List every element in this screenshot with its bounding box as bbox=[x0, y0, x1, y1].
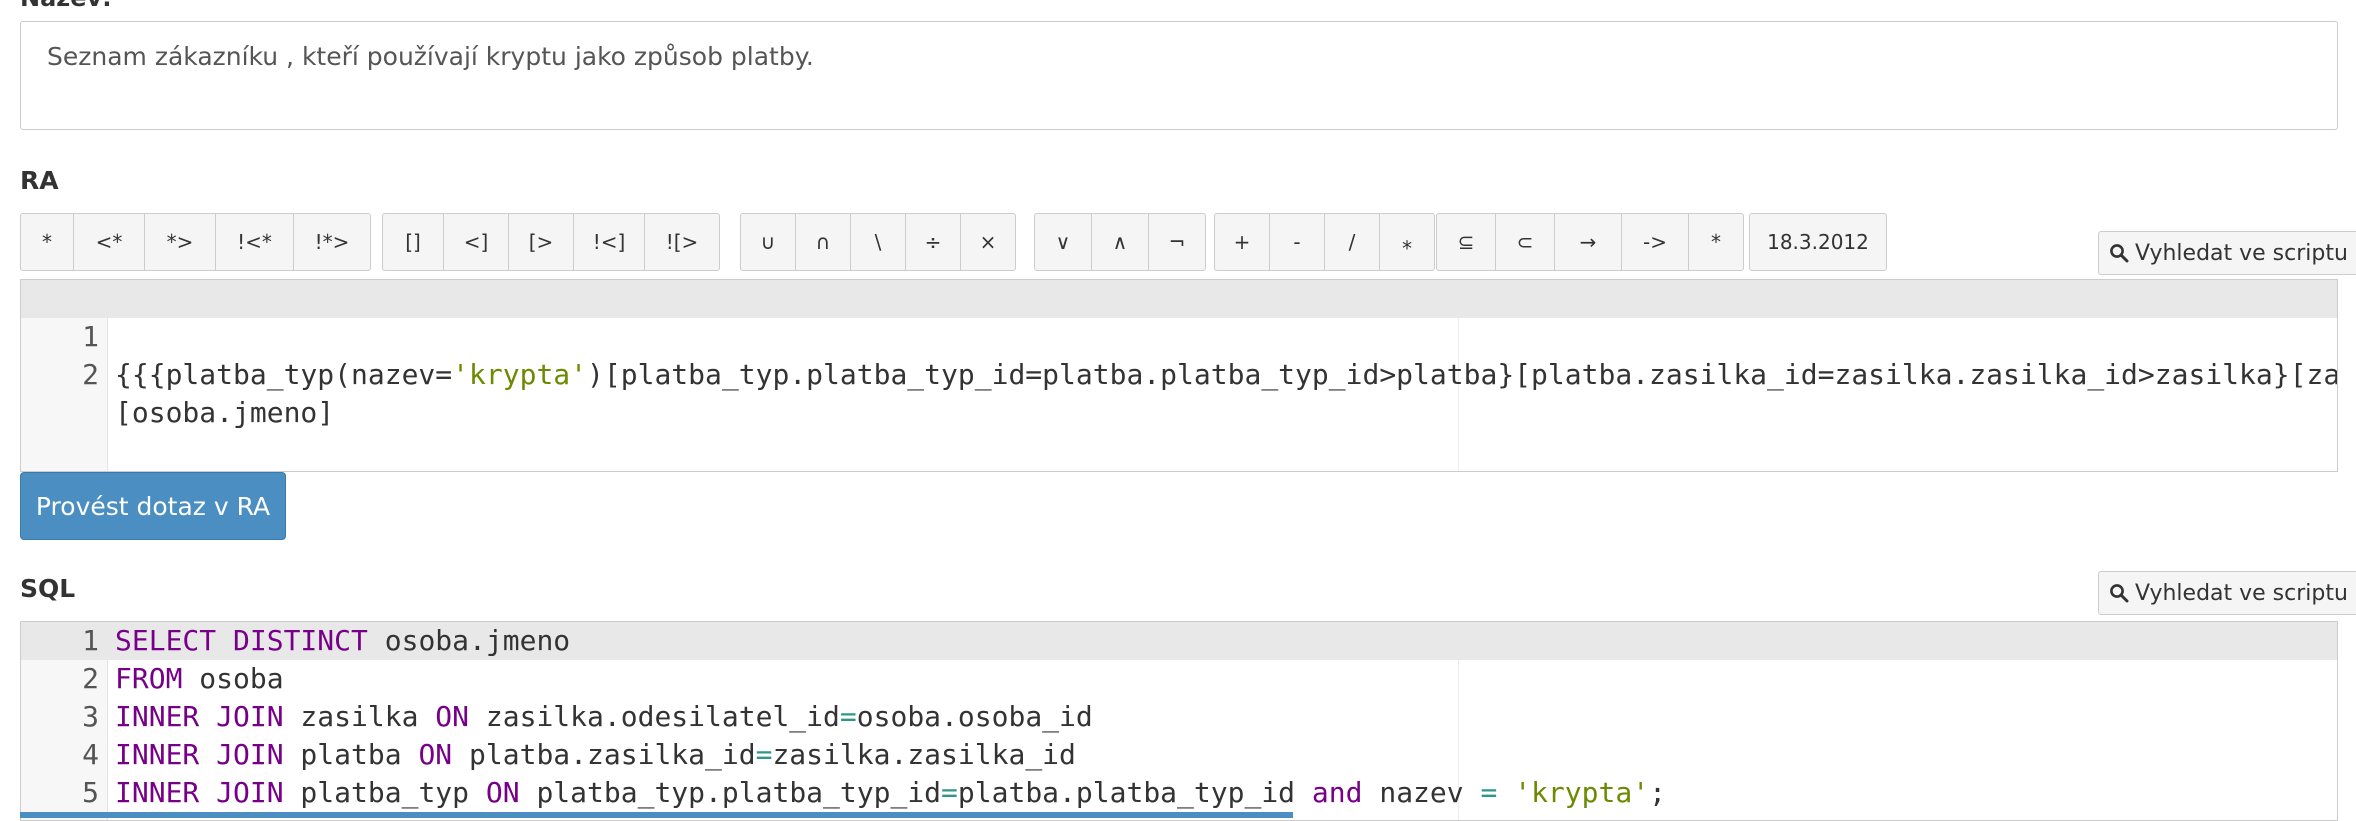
line-number: 2 bbox=[82, 358, 99, 391]
line-number: 2 bbox=[82, 662, 99, 695]
sql-line-2: 2 FROM osoba bbox=[21, 660, 2337, 698]
sql-search-script-button[interactable]: Vyhledat ve scriptu bbox=[2098, 571, 2356, 615]
sql-line-code: INNER JOIN platba_typ ON platba_typ.plat… bbox=[115, 776, 1666, 809]
symbol-button-difference[interactable]: \ bbox=[850, 213, 906, 271]
ra-search-script-button[interactable]: Vyhledat ve scriptu bbox=[2098, 231, 2356, 275]
ra-line-code: {{{platba_typ(nazev='krypta')[platba_typ… bbox=[115, 358, 2337, 391]
ra-line-2: 2 [osoba.jmeno] bbox=[21, 318, 2337, 429]
symbol-button-arrow[interactable]: → bbox=[1554, 213, 1622, 271]
symbol-button-or[interactable]: ∨ bbox=[1034, 213, 1092, 271]
ra-line-code: [osoba.jmeno] bbox=[115, 396, 335, 429]
toolbar-group-brackets: [] <] [> !<] ![> bbox=[382, 213, 720, 271]
symbol-button-left-star[interactable]: <* bbox=[73, 213, 145, 271]
symbol-button-asterisk-op[interactable]: ⁎ bbox=[1379, 213, 1435, 271]
toolbar-group-subsets: ⊆ ⊂ → -> * bbox=[1436, 213, 1744, 271]
search-icon bbox=[2110, 244, 2129, 263]
symbol-button-slash[interactable]: / bbox=[1324, 213, 1380, 271]
symbol-button-left-bracket[interactable]: <] bbox=[443, 213, 509, 271]
description-textarea[interactable]: Seznam zákazníku , kteří používají krypt… bbox=[20, 21, 2338, 130]
sql-run-button-edge[interactable] bbox=[20, 812, 1293, 818]
symbol-button-division[interactable]: ÷ bbox=[905, 213, 961, 271]
toolbar-group-date: 18.3.2012 bbox=[1749, 213, 1887, 271]
sql-line-5: 5 INNER JOIN platba_typ ON platba_typ.pla… bbox=[21, 774, 2337, 812]
symbol-button-subset[interactable]: ⊂ bbox=[1495, 213, 1555, 271]
symbol-button-minus[interactable]: - bbox=[1269, 213, 1325, 271]
symbol-button-and[interactable]: ∧ bbox=[1091, 213, 1149, 271]
sql-line-code: INNER JOIN zasilka ON zasilka.odesilatel… bbox=[115, 700, 1093, 733]
sql-search-label: Vyhledat ve scriptu bbox=[2135, 580, 2348, 606]
line-number: 5 bbox=[82, 776, 99, 809]
symbol-button-not-star-right[interactable]: !*> bbox=[293, 213, 371, 271]
ra-search-label: Vyhledat ve scriptu bbox=[2135, 240, 2348, 266]
ra-code-editor[interactable]: 1 {{{platba_typ(nazev='krypta')[platba_t… bbox=[20, 279, 2338, 472]
symbol-button-ascii-arrow[interactable]: -> bbox=[1621, 213, 1689, 271]
toolbar-group-arithmetic: + - / ⁎ bbox=[1214, 213, 1435, 271]
line-number: 3 bbox=[82, 700, 99, 733]
line-number: 1 bbox=[82, 624, 99, 657]
symbol-button-product[interactable]: × bbox=[960, 213, 1016, 271]
symbol-button-intersection[interactable]: ∩ bbox=[795, 213, 851, 271]
sql-line-code: SELECT DISTINCT osoba.jmeno bbox=[115, 624, 571, 657]
description-text: Seznam zákazníku , kteří používají krypt… bbox=[47, 42, 814, 71]
symbol-button-star[interactable]: * bbox=[20, 213, 74, 271]
symbol-button-not-left-bracket[interactable]: !<] bbox=[573, 213, 645, 271]
toolbar-group-logic: ∨ ∧ ¬ bbox=[1034, 213, 1206, 271]
line-number: 4 bbox=[82, 738, 99, 771]
sql-line-1: 1 SELECT DISTINCT osoba.jmeno bbox=[21, 622, 2337, 660]
sql-line-code: INNER JOIN platba ON platba.zasilka_id=z… bbox=[115, 738, 1076, 771]
sql-line-4: 4 INNER JOIN platba ON platba.zasilka_id=… bbox=[21, 736, 2337, 774]
toolbar-group-set-ops: ∪ ∩ \ ÷ × bbox=[740, 213, 1016, 271]
symbol-button-brackets[interactable]: [] bbox=[382, 213, 444, 271]
ra-line-1: 1 {{{platba_typ(nazev='krypta')[platba_t… bbox=[21, 280, 2337, 391]
symbol-button-not-left-star[interactable]: !<* bbox=[215, 213, 294, 271]
run-ra-query-button[interactable]: Provést dotaz v RA bbox=[20, 472, 286, 540]
sql-line-code: FROM osoba bbox=[115, 662, 284, 695]
sql-code-editor[interactable]: 1 SELECT DISTINCT osoba.jmeno 2 FROM osoba 3… bbox=[20, 621, 2338, 821]
symbol-button-subset-eq[interactable]: ⊆ bbox=[1436, 213, 1496, 271]
search-icon bbox=[2110, 584, 2129, 603]
symbol-button-star-sup[interactable]: * bbox=[1688, 213, 1744, 271]
description-label: Název: bbox=[20, 0, 112, 12]
symbol-button-star-right[interactable]: *> bbox=[144, 213, 216, 271]
sql-section-label: SQL bbox=[20, 574, 76, 603]
symbol-button-union[interactable]: ∪ bbox=[740, 213, 796, 271]
ra-section-label: RA bbox=[20, 166, 59, 195]
date-insert-button[interactable]: 18.3.2012 bbox=[1749, 213, 1887, 271]
toolbar-group-operators: * <* *> !<* !*> bbox=[20, 213, 371, 271]
symbol-button-plus[interactable]: + bbox=[1214, 213, 1270, 271]
sql-line-3: 3 INNER JOIN zasilka ON zasilka.odesilate… bbox=[21, 698, 2337, 736]
symbol-button-not-bracket-right[interactable]: ![> bbox=[644, 213, 720, 271]
symbol-button-not[interactable]: ¬ bbox=[1148, 213, 1206, 271]
symbol-button-bracket-right[interactable]: [> bbox=[508, 213, 574, 271]
